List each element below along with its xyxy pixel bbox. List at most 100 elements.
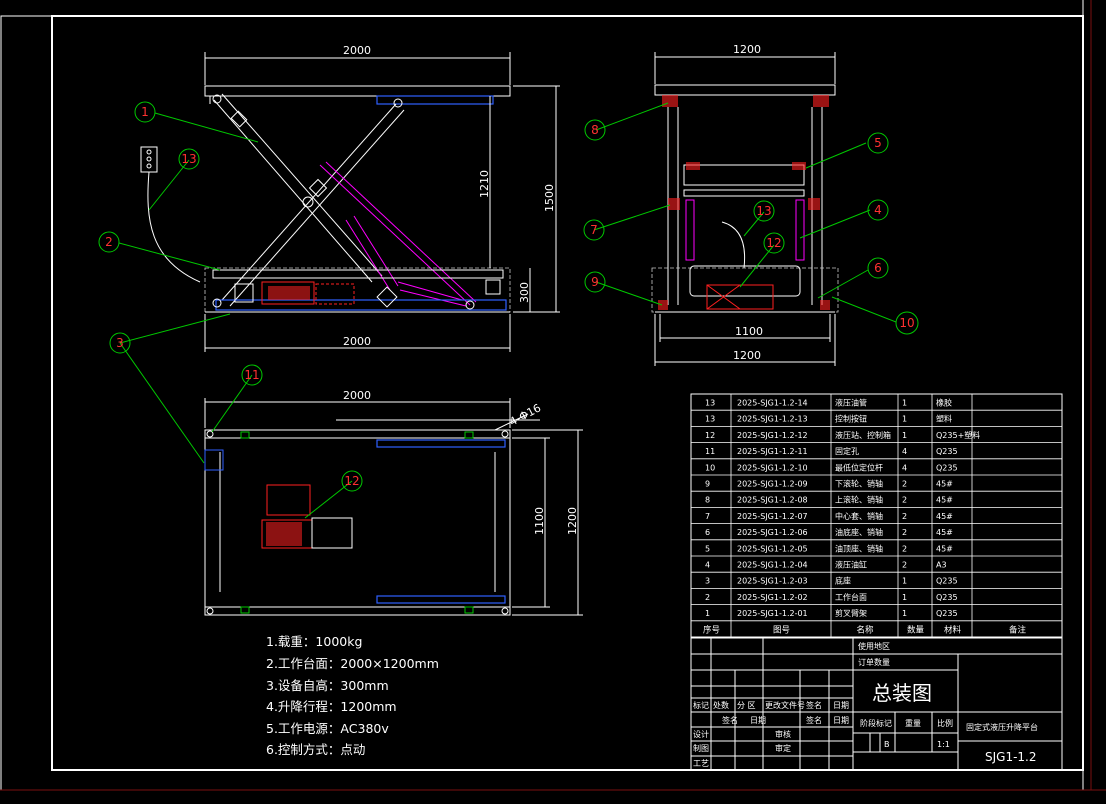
dim-plan-width: 2000 [343,389,371,402]
tb-sign-1: 签名 [806,700,822,710]
tb-date-1: 日期 [833,701,849,710]
outer-frame [0,15,1084,791]
bom-cell-no: 12 [705,431,715,440]
bom-cell-no: 1 [705,609,710,618]
front-view: 2000 1210 1500 300 2000 [140,44,560,352]
bom-cell-code: 2025-SJG1-1.2-11 [737,447,808,456]
bom-cell-code: 2025-SJG1-1.2-05 [737,544,808,553]
bom-cell-name: 中心套、销轴 [835,511,883,521]
bom-cell-mat: 45# [936,528,953,537]
svg-text:10: 10 [899,316,914,330]
tb-scale-label: 比例 [937,718,953,728]
dim-plan-inner: 1100 [533,507,546,535]
svg-text:5: 5 [874,136,882,150]
bom-cell-name: 液压油管 [835,398,867,408]
balloon-11: 11 [241,364,263,386]
svg-text:3: 3 [116,336,124,350]
dim-plan-outer: 1200 [566,507,579,535]
technical-notes: 1.载重：1000kg 2.工作台面：2000×1200mm 3.设备自高：30… [266,634,439,757]
tb-sign-2: 签名 [722,715,738,725]
dim-front-base: 300 [518,282,531,303]
tb-stage-mark: B [884,740,890,749]
tb-design: 设计 [693,729,709,739]
bom-cell-code: 2025-SJG1-1.2-10 [737,463,808,472]
note-6: 6.控制方式：点动 [266,742,365,757]
svg-text:13: 13 [756,204,771,218]
bom-header-cell: 图号 [773,625,790,635]
bom-cell-code: 2025-SJG1-1.2-01 [737,609,808,618]
bom-cell-qty: 2 [902,512,907,521]
bom-cell-no: 6 [705,528,710,537]
bom-cell-qty: 2 [902,544,907,553]
bom-cell-no: 2 [705,593,710,602]
bom-cell-code: 2025-SJG1-1.2-06 [737,528,808,537]
dim-front-total: 1500 [543,184,556,212]
bom-cell-code: 2025-SJG1-1.2-12 [737,431,808,440]
svg-text:11: 11 [244,368,259,382]
balloon-13: 13 [178,148,200,170]
balloon-8: 8 [584,119,606,141]
bom-cell-qty: 2 [902,496,907,505]
balloon-5: 5 [867,132,889,154]
bom-cell-no: 11 [705,447,715,456]
bom-cell-mat: Q235 [936,577,958,586]
title-block: 使用地区 订单数量 总装图 标记 处数 分 区 更改文件号 签名 日期 签名 日… [690,637,1063,771]
balloon-12-side: 12 [763,232,785,254]
svg-text:12: 12 [344,474,359,488]
bom-cell-qty: 1 [902,609,907,618]
tb-date-3: 日期 [833,716,849,725]
bom-cell-no: 3 [705,577,710,586]
svg-text:4: 4 [874,203,882,217]
tb-scale: 1:1 [937,740,950,749]
side-view: 1200 1100 1200 [651,43,839,366]
bom-cell-qty: 2 [902,528,907,537]
svg-text:7: 7 [590,223,598,237]
bom-cell-name: 最低位定位杆 [835,462,883,472]
bom-cell-mat: 45# [936,496,953,505]
dim-front-stroke: 1210 [478,170,491,198]
tb-usage-area: 使用地区 [858,641,890,651]
dim-side-top: 1200 [733,43,761,56]
tb-change-doc: 更改文件号 [765,700,805,710]
tb-mark: 标记 [693,700,709,710]
bom-cell-no: 10 [705,463,715,472]
tb-weight: 重量 [905,718,921,728]
tb-product-name: 固定式液压升降平台 [966,722,1038,732]
balloon-13-side: 13 [753,200,775,222]
tb-drawing-number: SJG1-1.2 [985,750,1037,764]
balloon-9: 9 [584,271,606,293]
bom-cell-mat: 45# [936,544,953,553]
bom-cell-qty: 4 [902,447,907,456]
svg-text:8: 8 [591,123,599,137]
balloon-1: 1 [134,101,156,123]
bom-cell-name: 底座 [835,576,851,586]
bom-cell-name: 控制按钮 [835,414,867,424]
tb-zone: 分 区 [737,701,756,710]
bom-header-cell: 材料 [944,624,962,635]
bom-cell-no: 9 [705,480,710,489]
dim-side-inner: 1100 [735,325,763,338]
bom-cell-name: 工作台面 [835,592,867,602]
svg-text:6: 6 [874,261,882,275]
bom-cell-mat: A3 [936,561,947,570]
balloon-4: 4 [867,199,889,221]
bom-header-cell: 序号 [703,624,720,635]
bom-cell-qty: 1 [902,415,907,424]
tb-check: 审核 [775,729,791,739]
bom-cell-mat: 塑料 [936,414,952,424]
tb-process: 工艺 [693,759,709,768]
bom-cell-mat: Q235 [936,447,958,456]
bom-cell-name: 液压站、控制箱 [835,430,891,440]
note-2: 2.工作台面：2000×1200mm [266,656,439,671]
tb-date-2: 日期 [750,716,766,725]
bom-cell-name: 上滚轮、销轴 [835,495,883,505]
bom-header-cell: 名称 [857,624,875,635]
bom-cell-name: 油顶座、销轴 [835,543,883,553]
tb-assembly-title: 总装图 [872,681,932,705]
dim-side-bottom: 1200 [733,349,761,362]
tb-stage-label: 阶段标记 [860,718,892,728]
inner-frame [51,15,1084,771]
bom-cell-mat: Q235 [936,463,958,472]
bom-cell-no: 13 [705,399,715,408]
bom-cell-qty: 4 [902,463,907,472]
